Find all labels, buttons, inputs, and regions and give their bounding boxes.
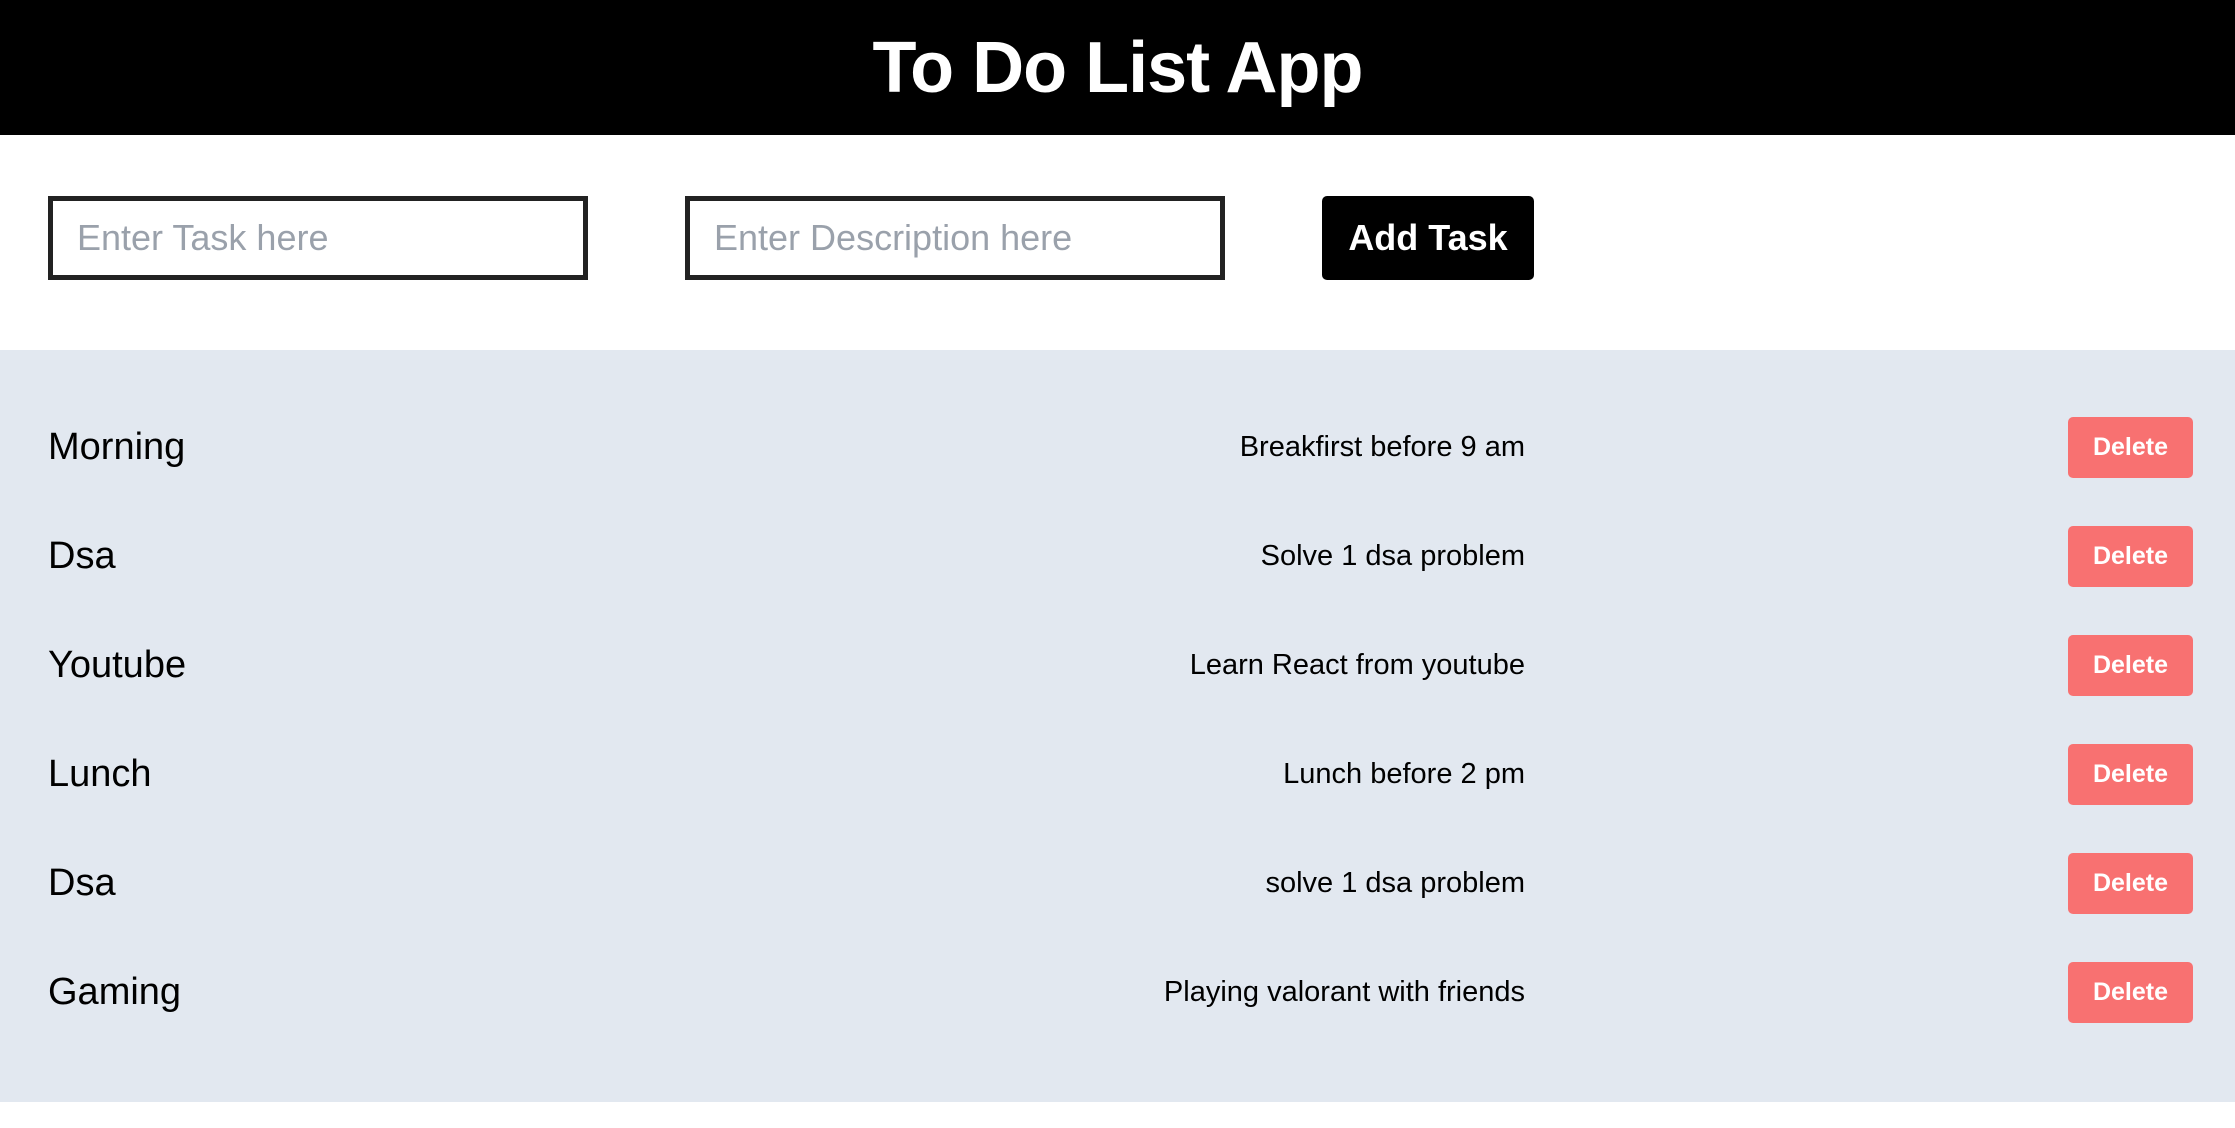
page-title: To Do List App	[872, 27, 1364, 108]
task-title: Dsa	[48, 535, 116, 577]
task-description: Learn React from youtube	[1189, 649, 1525, 681]
task-row: Morning Breakfirst before 9 am Delete	[0, 393, 2235, 502]
task-row: Dsa solve 1 dsa problem Delete	[0, 829, 2235, 938]
add-task-form: Add Task	[0, 135, 2235, 350]
delete-button[interactable]: Delete	[2068, 962, 2193, 1023]
delete-button[interactable]: Delete	[2068, 417, 2193, 478]
task-title-input[interactable]	[48, 195, 588, 280]
app-header: To Do List App	[0, 0, 2235, 135]
task-description: Playing valorant with friends	[1163, 976, 1525, 1008]
task-description-input[interactable]	[685, 195, 1225, 280]
delete-button[interactable]: Delete	[2068, 635, 2193, 696]
task-description: Lunch before 2 pm	[1283, 758, 1525, 790]
add-task-button[interactable]: Add Task	[1322, 195, 1534, 280]
task-title: Lunch	[48, 753, 152, 795]
task-title: Youtube	[48, 644, 187, 686]
delete-button[interactable]: Delete	[2068, 744, 2193, 805]
task-description: solve 1 dsa problem	[1265, 867, 1525, 899]
task-row: Youtube Learn React from youtube Delete	[0, 611, 2235, 720]
task-title: Morning	[48, 426, 186, 468]
task-title: Dsa	[48, 862, 116, 904]
task-row: Lunch Lunch before 2 pm Delete	[0, 720, 2235, 829]
task-description: Solve 1 dsa problem	[1260, 540, 1525, 572]
task-description: Breakfirst before 9 am	[1239, 431, 1525, 463]
task-row: Gaming Playing valorant with friends Del…	[0, 938, 2235, 1047]
task-title: Gaming	[48, 971, 182, 1013]
task-row: Dsa Solve 1 dsa problem Delete	[0, 502, 2235, 611]
delete-button[interactable]: Delete	[2068, 853, 2193, 914]
task-list: Morning Breakfirst before 9 am Delete Ds…	[0, 350, 2235, 1102]
delete-button[interactable]: Delete	[2068, 526, 2193, 587]
